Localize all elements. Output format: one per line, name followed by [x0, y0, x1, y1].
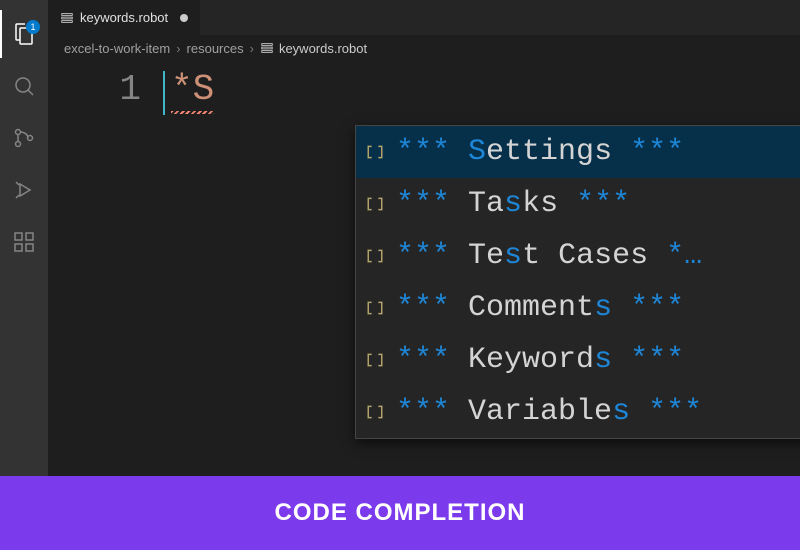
- dirty-indicator-icon: [180, 14, 188, 22]
- line-number: 1: [48, 69, 141, 110]
- tab-bar: keywords.robot: [48, 0, 800, 35]
- explorer-badge: 1: [26, 20, 40, 34]
- code-content[interactable]: *S *** Settings *** *** Tasks ***: [163, 61, 800, 476]
- breadcrumbs[interactable]: excel-to-work-item › resources › keyword…: [48, 35, 800, 61]
- tab-keywords-robot[interactable]: keywords.robot: [48, 0, 200, 35]
- suggestion-item[interactable]: *** Tasks ***: [356, 178, 800, 230]
- activity-bar: 1: [0, 0, 48, 476]
- editor-area: keywords.robot excel-to-work-item › reso…: [48, 0, 800, 476]
- suggestion-item[interactable]: *** Settings ***: [356, 126, 800, 178]
- snippet-icon: [364, 193, 386, 215]
- chevron-right-icon: ›: [176, 41, 180, 56]
- suggestion-item[interactable]: *** Test Cases *…: [356, 230, 800, 282]
- breadcrumb-item[interactable]: excel-to-work-item: [64, 41, 170, 56]
- extensions-icon[interactable]: [0, 218, 48, 266]
- line-number-gutter: 1: [48, 61, 163, 476]
- code-editor[interactable]: 1 *S *** Settings ***: [48, 61, 800, 476]
- caret-icon: [163, 71, 165, 115]
- debug-icon[interactable]: [0, 166, 48, 214]
- explorer-icon[interactable]: 1: [0, 10, 48, 58]
- banner-text: CODE COMPLETION: [274, 499, 525, 527]
- suggestion-item[interactable]: *** Variables ***: [356, 386, 800, 438]
- typed-text: *S: [171, 69, 214, 114]
- search-icon[interactable]: [0, 62, 48, 110]
- snippet-icon: [364, 349, 386, 371]
- file-icon: [60, 11, 74, 25]
- suggestion-item[interactable]: *** Comments ***: [356, 282, 800, 334]
- snippet-icon: [364, 401, 386, 423]
- breadcrumb-item[interactable]: resources: [187, 41, 244, 56]
- snippet-icon: [364, 297, 386, 319]
- error-squiggle-icon: [171, 111, 214, 114]
- snippet-icon: [364, 141, 386, 163]
- banner: CODE COMPLETION: [0, 476, 800, 550]
- breadcrumb-item[interactable]: keywords.robot: [260, 41, 367, 56]
- snippet-icon: [364, 245, 386, 267]
- tab-filename: keywords.robot: [80, 10, 168, 25]
- source-control-icon[interactable]: [0, 114, 48, 162]
- suggestion-item[interactable]: *** Keywords ***: [356, 334, 800, 386]
- chevron-right-icon: ›: [250, 41, 254, 56]
- suggestion-widget: *** Settings *** *** Tasks *** *** Test …: [355, 125, 800, 439]
